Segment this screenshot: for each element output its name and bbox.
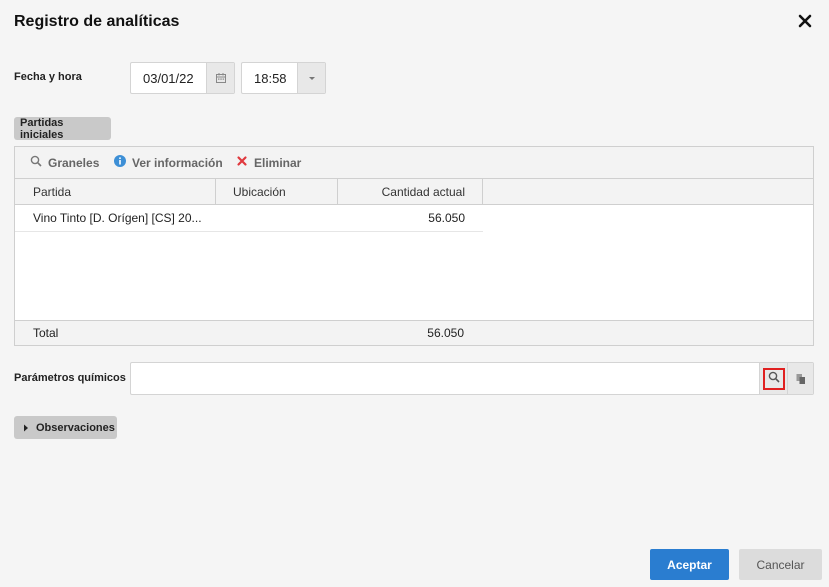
cancel-button[interactable]: Cancelar [739,549,822,580]
ver-informacion-label: Ver información [132,155,223,170]
ver-informacion-button[interactable]: Ver información [114,155,223,170]
time-field[interactable]: 18:58 [241,62,326,94]
observaciones-label: Observaciones [36,421,115,434]
dialog-title: Registro de analíticas [14,13,180,30]
partidas-panel: Graneles Ver información Eliminar Partid… [14,146,814,346]
date-field[interactable]: 03/01/22 [130,62,235,94]
partidas-section-button[interactable]: Partidas iniciales [14,117,111,141]
cell-ubicacion [233,205,333,231]
chevron-down-icon[interactable] [297,63,325,93]
delete-icon [236,155,248,170]
parametros-search-button[interactable] [759,363,787,394]
parametros-label: Parámetros químicos [14,372,126,384]
table-header: Partida Ubicación Cantidad actual [15,179,813,205]
eliminar-label: Eliminar [254,155,302,170]
search-icon [30,155,42,170]
table-row[interactable]: Vino Tinto [D. Orígen] [CS] 20... 56.050 [15,205,483,232]
accept-button[interactable]: Aceptar [650,549,729,580]
datetime-label: Fecha y hora [14,71,82,83]
search-highlight[interactable] [762,367,785,390]
calendar-icon[interactable] [206,63,234,93]
column-header-cantidad[interactable]: Cantidad actual [338,179,483,205]
close-icon[interactable] [795,11,815,31]
graneles-label: Graneles [48,155,100,170]
copy-icon[interactable] [787,363,813,394]
parametros-quimicos-field[interactable] [130,362,814,395]
table-footer: Total 56.050 [15,320,813,345]
info-icon [114,155,126,170]
time-value[interactable]: 18:58 [254,71,287,86]
date-value[interactable]: 03/01/22 [143,71,194,86]
partidas-toolbar: Graneles Ver información Eliminar [15,147,813,179]
observaciones-toggle[interactable]: Observaciones [14,416,117,439]
cell-partida: Vino Tinto [D. Orígen] [CS] 20... [33,211,202,225]
graneles-button[interactable]: Graneles [30,155,99,170]
footer-total-cantidad: 56.050 [427,326,464,340]
footer-total-label: Total [33,326,59,340]
column-header-partida[interactable]: Partida [15,179,216,205]
caret-right-icon [23,424,29,432]
column-header-ubicacion[interactable]: Ubicación [216,179,338,205]
eliminar-button[interactable]: Eliminar [236,155,301,170]
search-icon [768,370,780,388]
cell-cantidad: 56.050 [428,211,465,225]
